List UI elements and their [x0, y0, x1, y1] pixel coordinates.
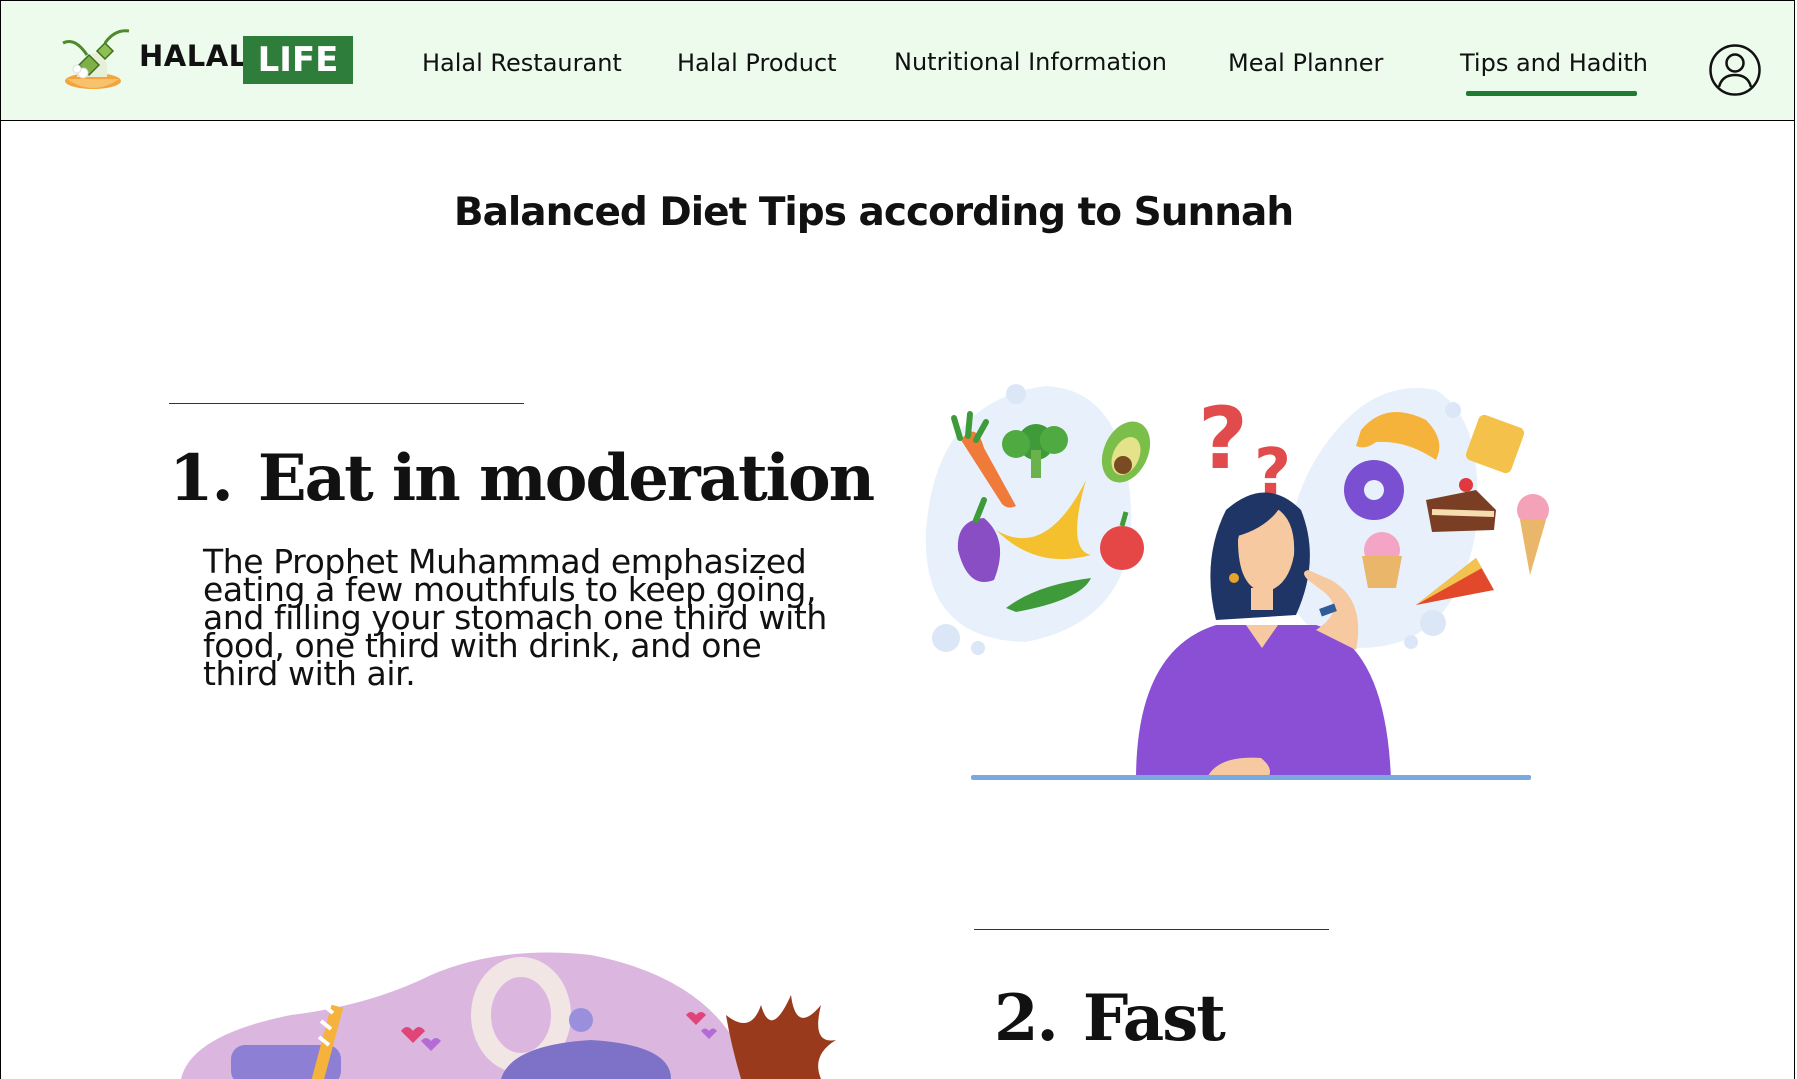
page-title: Balanced Diet Tips according to Sunnah [453, 190, 1294, 235]
tip-2-number: 2. [994, 981, 1059, 1056]
tip-1-title: Eat in moderation [257, 441, 875, 516]
tip-1-heading: 1. Eat in moderation [169, 441, 875, 516]
ketupat-bowl-icon [62, 29, 130, 89]
top-navbar: HALAL LIFE Halal Restaurant Halal Produc… [1, 0, 1794, 121]
tip-2-title: Fast [1082, 981, 1226, 1056]
user-circle-icon [1709, 44, 1761, 96]
tip-1-body: The Prophet Muhammad emphasized eating a… [203, 542, 827, 693]
nav-meal-planner[interactable]: Meal Planner [1228, 49, 1383, 77]
active-tab-indicator [1466, 91, 1637, 96]
logo-word-halal: HALAL [139, 39, 248, 73]
tip-2-divider [974, 929, 1329, 930]
nav-tips-and-hadith[interactable]: Tips and Hadith [1460, 49, 1648, 77]
user-profile-button[interactable] [1708, 43, 1762, 97]
page-frame: HALAL LIFE Halal Restaurant Halal Produc… [0, 0, 1795, 1079]
teapot-and-drinks-illustration [181, 952, 836, 1079]
tip-1-divider [169, 403, 524, 404]
tip-1-number: 1. [169, 441, 234, 516]
woman-thinking-about-food-illustration: ? ? [925, 384, 1549, 780]
nav-halal-product[interactable]: Halal Product [677, 49, 837, 77]
logo-word-life: LIFE [243, 36, 353, 84]
tip-2-heading: 2. Fast [994, 981, 1226, 1056]
svg-text:?: ? [1198, 389, 1248, 489]
halal-life-logo[interactable]: HALAL LIFE [57, 25, 357, 101]
nav-nutritional-information[interactable]: Nutritional Information [894, 48, 1167, 76]
nav-halal-restaurant[interactable]: Halal Restaurant [422, 49, 622, 77]
